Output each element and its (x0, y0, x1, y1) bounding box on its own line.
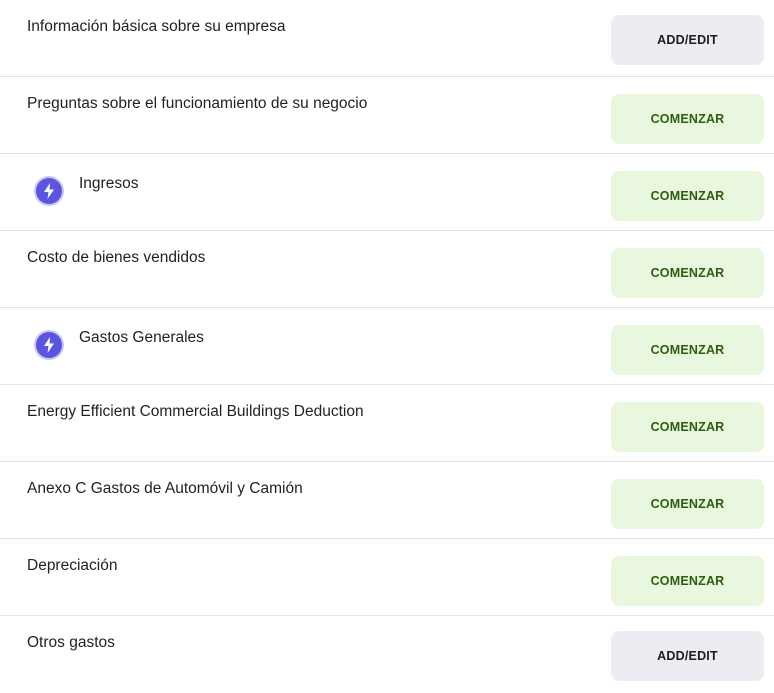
section-row-depreciation: Depreciación COMENZAR (0, 539, 774, 616)
start-button[interactable]: COMENZAR (611, 171, 764, 221)
section-title: Gastos Generales (36, 324, 204, 358)
lightning-bolt-icon (36, 332, 62, 358)
start-button[interactable]: COMENZAR (611, 248, 764, 298)
start-button[interactable]: COMENZAR (611, 402, 764, 452)
section-label: Costo de bienes vendidos (27, 249, 206, 266)
section-row-cost-of-goods: Costo de bienes vendidos COMENZAR (0, 231, 774, 308)
section-label: Energy Efficient Commercial Buildings De… (27, 403, 364, 420)
section-row-basic-info: Información básica sobre su empresa ADD/… (0, 0, 774, 77)
section-row-income: Ingresos COMENZAR (0, 154, 774, 231)
section-label: Preguntas sobre el funcionamiento de su … (27, 95, 368, 112)
section-label: Ingresos (79, 175, 139, 192)
section-row-other-expenses: Otros gastos ADD/EDIT (0, 616, 774, 693)
section-title: Anexo C Gastos de Automóvil y Camión (27, 479, 303, 499)
section-row-business-operation: Preguntas sobre el funcionamiento de su … (0, 77, 774, 154)
start-button[interactable]: COMENZAR (611, 556, 764, 606)
start-button[interactable]: COMENZAR (611, 325, 764, 375)
start-button[interactable]: COMENZAR (611, 479, 764, 529)
add-edit-button[interactable]: ADD/EDIT (611, 15, 764, 65)
business-sections-list: Información básica sobre su empresa ADD/… (0, 0, 774, 693)
section-title: Otros gastos (27, 633, 115, 653)
section-title: Ingresos (36, 170, 138, 204)
section-label: Información básica sobre su empresa (27, 18, 286, 35)
section-title: Energy Efficient Commercial Buildings De… (27, 402, 364, 422)
section-title: Información básica sobre su empresa (27, 17, 285, 37)
section-row-energy-efficient: Energy Efficient Commercial Buildings De… (0, 385, 774, 462)
start-button[interactable]: COMENZAR (611, 94, 764, 144)
section-title: Depreciación (27, 556, 117, 576)
section-title: Costo de bienes vendidos (27, 248, 205, 268)
section-row-general-expenses: Gastos Generales COMENZAR (0, 308, 774, 385)
section-label: Anexo C Gastos de Automóvil y Camión (27, 480, 303, 497)
add-edit-button[interactable]: ADD/EDIT (611, 631, 764, 681)
section-label: Otros gastos (27, 634, 115, 651)
section-row-vehicle-expenses: Anexo C Gastos de Automóvil y Camión COM… (0, 462, 774, 539)
lightning-bolt-icon (36, 178, 62, 204)
section-label: Depreciación (27, 557, 118, 574)
section-label: Gastos Generales (79, 329, 204, 346)
section-title: Preguntas sobre el funcionamiento de su … (27, 94, 367, 114)
